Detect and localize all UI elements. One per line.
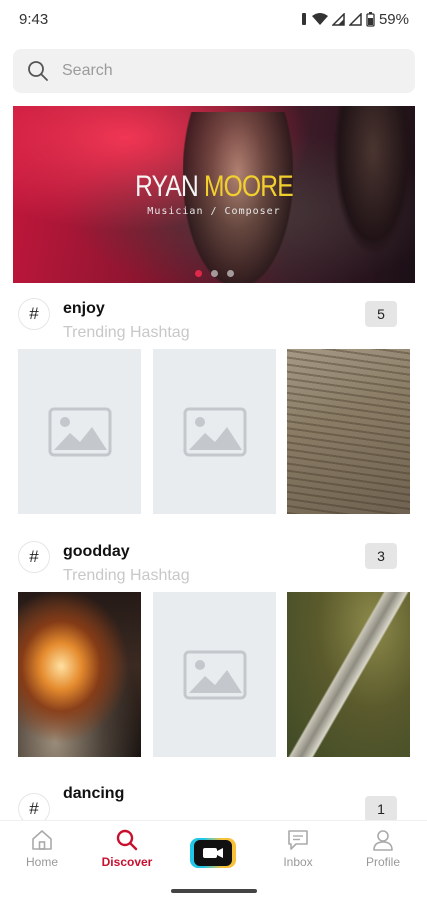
banner-title: RYAN MOORE — [49, 170, 379, 204]
nav-discover[interactable]: Discover — [92, 829, 162, 869]
thumbnail-placeholder[interactable] — [18, 349, 141, 514]
nav-home[interactable]: Home — [7, 829, 77, 869]
banner-title-second: MOORE — [203, 170, 294, 203]
nav-profile-label: Profile — [365, 855, 400, 869]
nav-home-label: Home — [25, 855, 58, 869]
search-icon — [116, 829, 138, 851]
search-bar[interactable]: Search — [13, 49, 415, 93]
wifi-icon — [311, 12, 328, 25]
search-input[interactable]: Search — [62, 62, 113, 80]
hashtag-subtitle: Trending Hashtag — [63, 567, 190, 584]
vibrate-icon — [301, 13, 306, 25]
carousel-dot-2[interactable] — [210, 270, 218, 277]
nav-inbox-label: Inbox — [283, 855, 313, 869]
hashtag-icon: # — [18, 541, 50, 573]
image-placeholder-icon — [183, 650, 246, 699]
nav-profile[interactable]: Profile — [348, 829, 418, 869]
banner-subtitle: Musician / Composer — [147, 206, 281, 217]
home-indicator[interactable] — [171, 889, 257, 893]
hashtag-name[interactable]: dancing — [63, 785, 124, 803]
bottom-nav: Home Discover Inbox Profile — [0, 820, 427, 900]
thumbnail-photo[interactable] — [287, 349, 410, 514]
thumbnail-placeholder[interactable] — [153, 349, 276, 514]
image-placeholder-icon — [183, 407, 246, 456]
featured-banner[interactable]: RYAN MOORE Musician / Composer — [13, 106, 415, 283]
video-camera-icon — [203, 848, 223, 858]
carousel-dot-1[interactable] — [194, 270, 202, 277]
battery-level: 59% — [378, 10, 409, 28]
status-bar: 9:43 59% — [0, 0, 427, 38]
banner-title-first: RYAN — [135, 170, 199, 203]
signal-icon — [331, 12, 345, 26]
image-placeholder-icon — [48, 407, 111, 456]
nav-inbox[interactable]: Inbox — [263, 829, 333, 869]
hashtag-count-badge: 1 — [365, 796, 397, 822]
record-video-button[interactable] — [190, 838, 236, 868]
search-icon — [28, 61, 48, 81]
hashtag-count-badge: 5 — [365, 301, 397, 327]
home-icon — [32, 830, 52, 850]
thumbnail-photo[interactable] — [287, 592, 410, 757]
record-button-inner — [194, 840, 232, 866]
profile-icon — [373, 830, 393, 851]
nav-discover-label: Discover — [101, 855, 153, 869]
status-time: 9:43 — [19, 10, 49, 28]
hashtag-name[interactable]: enjoy — [63, 300, 105, 318]
inbox-icon — [288, 830, 308, 850]
carousel-dot-3[interactable] — [226, 270, 234, 277]
battery-icon — [366, 11, 375, 27]
hashtag-name[interactable]: goodday — [63, 543, 130, 561]
status-icons: 59% — [300, 11, 409, 28]
thumbnail-placeholder[interactable] — [153, 592, 276, 757]
hashtag-subtitle: Trending Hashtag — [63, 324, 190, 341]
hashtag-count-badge: 3 — [365, 543, 397, 569]
signal-icon-2 — [348, 12, 362, 26]
hashtag-icon: # — [18, 298, 50, 330]
carousel-indicator — [13, 270, 415, 277]
thumbnail-photo[interactable] — [18, 592, 141, 757]
